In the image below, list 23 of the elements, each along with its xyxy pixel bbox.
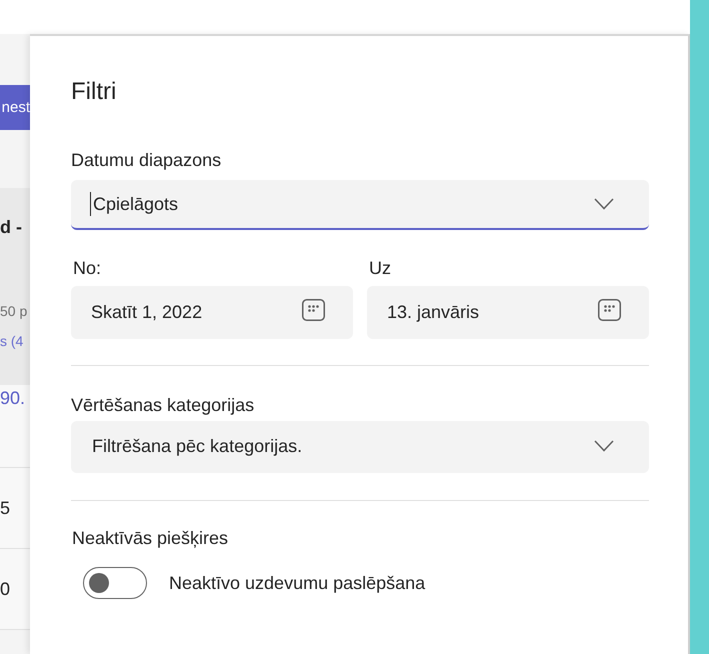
field-label: Uz [369,257,391,280]
calendar-icon [302,298,325,320]
field-label: No: [73,257,102,280]
card-subtitle: 50 p [0,302,28,321]
date-range-dropdown[interactable]: Cpielāgots [71,180,649,230]
value-text: 0 [0,578,10,601]
chevron-down-icon [594,198,614,210]
value-text: 5 [0,497,10,520]
action-button[interactable]: nest [0,85,30,130]
card-title: d - [0,216,22,238]
date-field[interactable]: Skatīt 1, 2022 [71,286,353,339]
category-dropdown[interactable]: Filtrēšana pēc kategorijas. [71,421,649,473]
date-field[interactable]: 13. janvāris [367,286,649,339]
card-link[interactable]: s (4 [0,331,24,351]
toggle-label: Neaktīvo uzdevumu paslēpšana [169,572,426,595]
toggle-switch[interactable] [83,567,147,599]
field-label: Vērtēšanas kategorijas [71,394,254,417]
section-label: Neaktīvās piešķires [72,527,228,550]
chevron-down-icon [594,440,614,452]
calendar-icon [598,298,621,320]
panel-title: Filtri [71,77,116,107]
field-label: Datumu diapazons [71,149,222,172]
text-cursor-icon [90,192,91,216]
